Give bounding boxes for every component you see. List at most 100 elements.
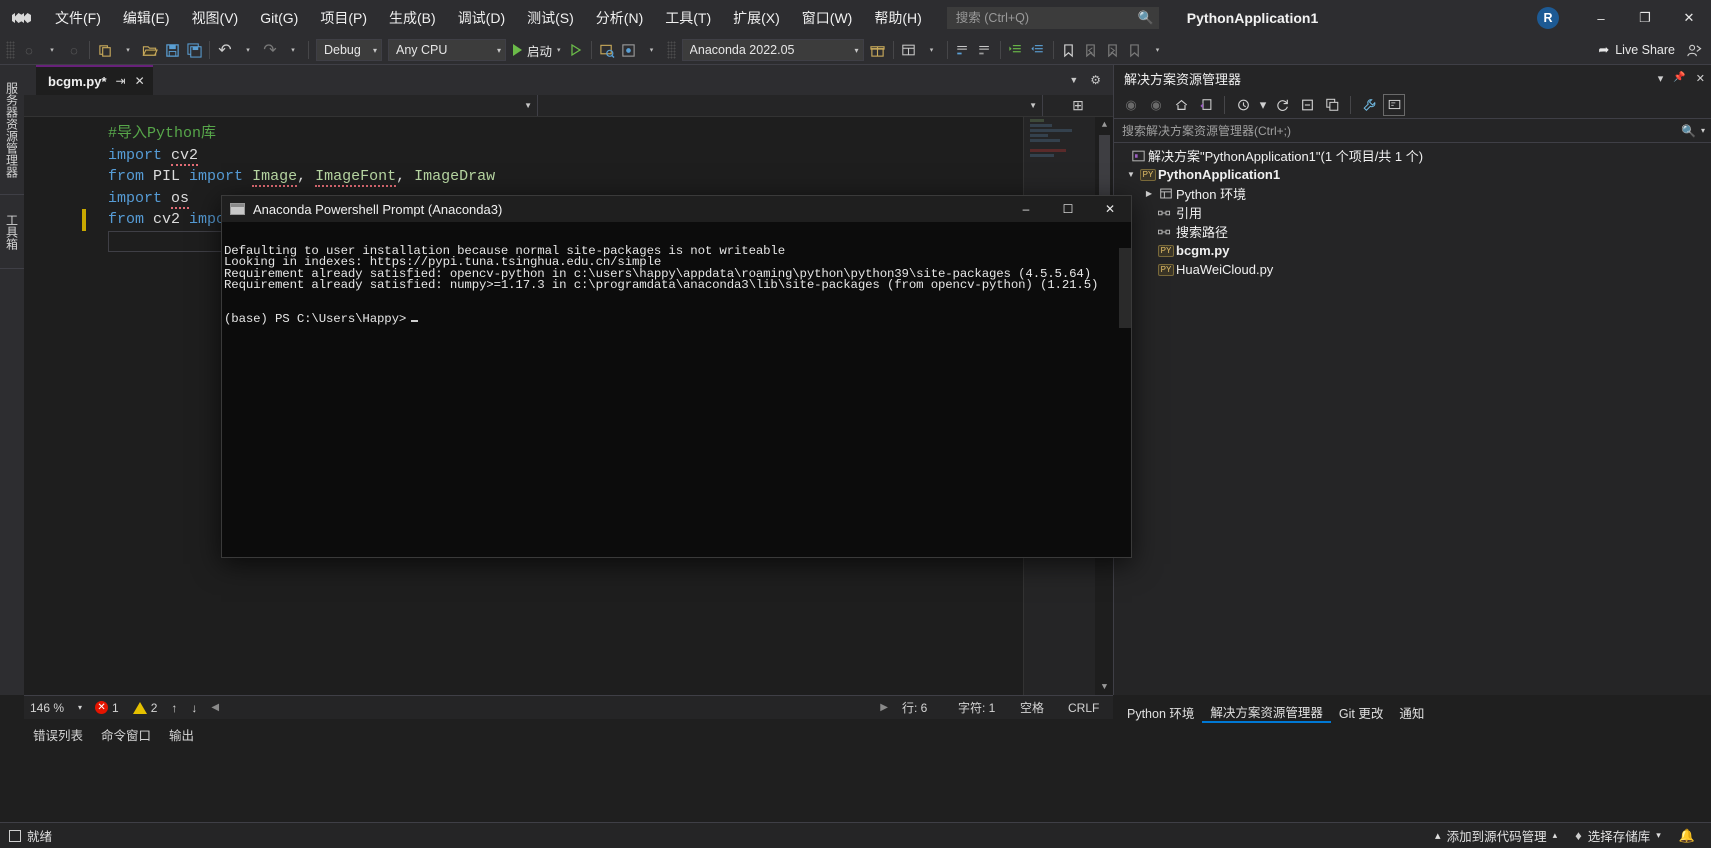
chevron-expanded-icon[interactable]: ▼ xyxy=(1124,170,1138,179)
solution-explorer-search[interactable]: 🔍 ▾ xyxy=(1114,119,1711,143)
add-to-source-control-button[interactable]: ▴ 添加到源代码管理 ▴ xyxy=(1426,823,1566,848)
anaconda-powershell-window[interactable]: Anaconda Powershell Prompt (Anaconda3) –… xyxy=(221,195,1132,558)
tree-node-project[interactable]: ▼ PY PythonApplication1 xyxy=(1114,165,1711,184)
scroll-up-icon[interactable]: ▲ xyxy=(1102,117,1107,133)
terminal-maximize-button[interactable]: ☐ xyxy=(1047,196,1089,222)
tab-list-chevron-icon[interactable]: ▼ xyxy=(1063,75,1084,85)
close-icon[interactable]: ✕ xyxy=(1696,72,1705,85)
menu-item-build[interactable]: 生成(B) xyxy=(378,0,447,36)
solution-search-input[interactable] xyxy=(1122,124,1681,138)
terminal-scrollbar[interactable] xyxy=(1119,248,1131,328)
warning-count-badge[interactable]: 2 xyxy=(126,696,165,720)
python-environment-combo[interactable]: Anaconda 2022.05 ▾ xyxy=(682,39,864,61)
forward-icon[interactable]: ◉ xyxy=(1145,94,1167,116)
terminal-output[interactable]: Defaulting to user installation because … xyxy=(222,222,1131,557)
solution-platform-combo[interactable]: Any CPU ▾ xyxy=(388,39,506,61)
menu-item-edit[interactable]: 编辑(E) xyxy=(112,0,181,36)
new-project-icon[interactable] xyxy=(94,38,116,62)
switch-views-icon[interactable] xyxy=(1195,94,1217,116)
chevron-down-icon[interactable]: ▾ xyxy=(1258,94,1268,116)
menu-item-window[interactable]: 窗口(W) xyxy=(791,0,864,36)
toolbar-grip[interactable] xyxy=(667,41,676,59)
comment-selection-icon[interactable] xyxy=(952,38,974,62)
live-share-session-icon[interactable] xyxy=(1683,38,1705,62)
live-share-button[interactable]: ➦ Live Share xyxy=(1598,42,1683,58)
refresh-icon[interactable] xyxy=(1271,94,1293,116)
tab-git-changes[interactable]: Git 更改 xyxy=(1331,701,1391,723)
bookmarks-overflow-icon[interactable]: ▾ xyxy=(1147,38,1169,62)
layout-window-icon[interactable] xyxy=(898,38,920,62)
tab-output[interactable]: 输出 xyxy=(160,722,203,746)
tab-command-window[interactable]: 命令窗口 xyxy=(92,722,160,746)
menu-item-view[interactable]: 视图(V) xyxy=(181,0,250,36)
next-bookmark-icon[interactable] xyxy=(1102,38,1124,62)
home-icon[interactable] xyxy=(1170,94,1192,116)
save-icon[interactable] xyxy=(161,38,183,62)
tab-solution-explorer[interactable]: 解决方案资源管理器 xyxy=(1202,701,1331,723)
pending-changes-icon[interactable] xyxy=(1232,94,1254,116)
global-search-box[interactable]: 🔍 xyxy=(947,7,1159,29)
tab-error-list[interactable]: 错误列表 xyxy=(24,722,92,746)
scroll-right-button[interactable]: ▶ xyxy=(873,696,895,720)
menu-item-tools[interactable]: 工具(T) xyxy=(654,0,722,36)
terminal-close-button[interactable]: ✕ xyxy=(1089,196,1131,222)
tab-python-environments[interactable]: Python 环境 xyxy=(1119,701,1202,723)
chevron-down-icon[interactable]: ▾ xyxy=(1696,126,1705,135)
start-without-debugging-icon[interactable] xyxy=(565,38,587,62)
menu-item-extensions[interactable]: 扩展(X) xyxy=(722,0,791,36)
back-icon[interactable]: ◉ xyxy=(1120,94,1142,116)
menu-item-help[interactable]: 帮助(H) xyxy=(863,0,932,36)
collapse-all-icon[interactable] xyxy=(1296,94,1318,116)
properties-icon[interactable] xyxy=(1358,94,1380,116)
solution-configuration-combo[interactable]: Debug ▾ xyxy=(316,39,382,61)
tab-server-explorer[interactable]: 服务器资源管理器 xyxy=(0,65,24,195)
terminal-minimize-button[interactable]: – xyxy=(1005,196,1047,222)
show-all-files-icon[interactable] xyxy=(1321,94,1343,116)
indentation-indicator[interactable]: 空格 xyxy=(1013,696,1061,720)
line-ending-indicator[interactable]: CRLF xyxy=(1061,696,1113,720)
navigate-backward-icon[interactable]: ◌ xyxy=(18,38,40,62)
menu-item-analyze[interactable]: 分析(N) xyxy=(585,0,654,36)
toolbar-grip[interactable] xyxy=(6,41,15,59)
tree-node-bcgm-py[interactable]: PY bcgm.py xyxy=(1114,241,1711,260)
attach-to-process-icon[interactable] xyxy=(596,38,618,62)
tree-node-references[interactable]: 引用 xyxy=(1114,203,1711,222)
error-count-badge[interactable]: ✕ 1 xyxy=(88,696,126,720)
pin-icon[interactable]: ⇥ xyxy=(116,74,126,88)
scroll-left-button[interactable]: ◀ xyxy=(204,696,226,720)
menu-item-file[interactable]: 文件(F) xyxy=(44,0,112,36)
increase-indent-icon[interactable] xyxy=(1005,38,1027,62)
notifications-button[interactable]: 🔔 xyxy=(1670,823,1711,848)
new-project-caret-icon[interactable]: ▾ xyxy=(117,38,139,62)
menu-item-debug[interactable]: 调试(D) xyxy=(447,0,516,36)
redo-caret-icon[interactable]: ▾ xyxy=(282,38,304,62)
toggle-bookmark-icon[interactable] xyxy=(1058,38,1080,62)
terminal-title-bar[interactable]: Anaconda Powershell Prompt (Anaconda3) –… xyxy=(222,196,1131,222)
tab-notifications[interactable]: 通知 xyxy=(1391,701,1432,723)
previous-bookmark-icon[interactable] xyxy=(1080,38,1102,62)
zoom-level-combo[interactable]: 146 % ▾ xyxy=(24,696,88,720)
minimize-button[interactable]: – xyxy=(1579,0,1623,36)
layout-caret-icon[interactable]: ▾ xyxy=(921,38,943,62)
search-input[interactable] xyxy=(956,11,1138,25)
save-all-icon[interactable] xyxy=(183,38,205,62)
close-button[interactable]: ✕ xyxy=(1667,0,1711,36)
tree-node-solution[interactable]: 解决方案"PythonApplication1"(1 个项目/共 1 个) xyxy=(1114,146,1711,165)
previous-issue-button[interactable]: ↑ xyxy=(164,696,184,720)
chevron-collapsed-icon[interactable]: ▶ xyxy=(1142,189,1156,198)
menu-item-project[interactable]: 项目(P) xyxy=(309,0,378,36)
toolbar-overflow-icon[interactable]: ▾ xyxy=(641,38,663,62)
navigate-forward-icon[interactable]: ◌ xyxy=(63,38,85,62)
scroll-down-icon[interactable]: ▼ xyxy=(1102,679,1107,695)
navbar-type-combo[interactable]: ▼ xyxy=(24,95,538,116)
clear-bookmarks-icon[interactable] xyxy=(1124,38,1146,62)
navbar-split-button[interactable]: ⊞ xyxy=(1043,95,1113,116)
document-tab-bcgm[interactable]: bcgm.py* ⇥ ✕ xyxy=(36,65,153,95)
tree-node-huaweicloud-py[interactable]: PY HuaWeiCloud.py xyxy=(1114,260,1711,279)
uncomment-selection-icon[interactable] xyxy=(974,38,996,62)
open-file-icon[interactable] xyxy=(139,38,161,62)
preview-selected-items-icon[interactable] xyxy=(1383,94,1405,116)
maximize-button[interactable]: ❐ xyxy=(1623,0,1667,36)
menu-item-test[interactable]: 测试(S) xyxy=(516,0,585,36)
menu-item-git[interactable]: Git(G) xyxy=(249,0,309,36)
